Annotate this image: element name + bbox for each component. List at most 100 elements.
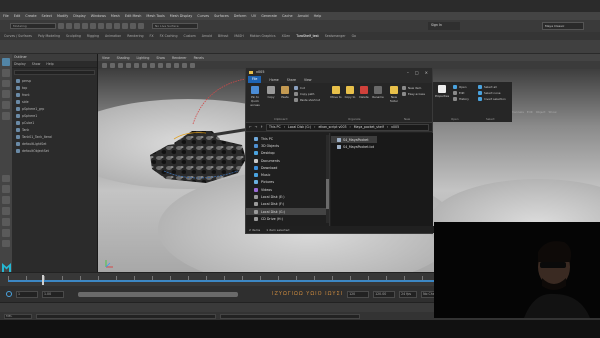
film-gate-icon[interactable] xyxy=(134,62,139,68)
range-end-field[interactable]: 120 xyxy=(347,290,370,298)
playback-icon[interactable] xyxy=(6,291,12,297)
undo-icon[interactable] xyxy=(82,23,88,29)
menu-display[interactable]: Display xyxy=(73,14,86,18)
menu-help[interactable]: Help xyxy=(314,14,322,18)
tank-model[interactable] xyxy=(146,125,250,187)
open-scene-icon[interactable] xyxy=(66,23,72,29)
menu-mesh[interactable]: Mesh xyxy=(111,14,120,18)
nav-item[interactable]: Local Disk (F:) xyxy=(246,201,329,208)
file-item[interactable]: S4_MayaPocket.txt xyxy=(331,143,433,150)
shelf-tab-16[interactable]: Go xyxy=(352,34,356,38)
easy-access-button[interactable]: Easy access xyxy=(402,92,425,96)
menu-cache[interactable]: Cache xyxy=(282,14,293,18)
outliner-item[interactable]: front xyxy=(12,91,97,98)
viewport-menu-lighting[interactable]: Lighting xyxy=(137,56,150,60)
range-start-inner-field[interactable]: 1.00 xyxy=(42,290,64,298)
graph-layout-icon[interactable] xyxy=(2,207,10,215)
history-button[interactable]: History xyxy=(453,97,469,101)
shelf-tab-1[interactable]: Poly Modeling xyxy=(38,34,60,38)
shelf-tab-5[interactable]: Rendering xyxy=(127,34,143,38)
shelf-tab-3[interactable]: Rigging xyxy=(87,34,99,38)
menu-arnold[interactable]: Arnold xyxy=(298,14,309,18)
render-layout-icon[interactable] xyxy=(2,239,10,248)
paste-button[interactable]: Paste xyxy=(280,86,290,99)
workspace-select[interactable]: Maya Classic xyxy=(542,22,584,30)
redo-icon[interactable] xyxy=(90,23,96,29)
forward-icon[interactable]: → xyxy=(255,125,258,129)
invert-selection-button[interactable]: Invert selection xyxy=(478,97,506,101)
menu-file[interactable]: File xyxy=(3,14,9,18)
select-tool-icon[interactable] xyxy=(2,58,10,66)
shelf-tab-8[interactable]: Custom xyxy=(183,34,195,38)
paint-select-icon[interactable] xyxy=(2,79,10,88)
shelf-tab-11[interactable]: MASH xyxy=(234,34,243,38)
outliner-item[interactable]: persp xyxy=(12,77,97,84)
shelf-tab-6[interactable]: FX xyxy=(150,34,154,38)
breadcrumb-item[interactable]: elkan_script v003 xyxy=(318,125,346,129)
cut-button[interactable]: Cut xyxy=(294,86,305,90)
select-object-icon[interactable] xyxy=(106,23,112,29)
lights-icon[interactable] xyxy=(166,62,171,68)
viewport-menu-show[interactable]: Show xyxy=(156,56,165,60)
outliner-search-input[interactable] xyxy=(14,70,95,75)
breadcrumb-item[interactable]: v005 xyxy=(391,125,399,129)
outliner-layout-icon[interactable] xyxy=(2,196,10,205)
outliner-item[interactable]: Tank01_Tank_Iteral xyxy=(12,133,97,140)
back-icon[interactable]: ← xyxy=(249,125,252,129)
time-slider-track[interactable] xyxy=(8,280,434,282)
shelf-tab-7[interactable]: FX Caching xyxy=(160,34,178,38)
menu-curves[interactable]: Curves xyxy=(197,14,209,18)
snap-grid-icon[interactable] xyxy=(122,23,128,29)
smooth-shade-icon[interactable] xyxy=(150,62,155,68)
single-view-icon[interactable] xyxy=(2,174,10,183)
tab-home[interactable]: Home xyxy=(269,78,278,82)
channel-tab-channels[interactable]: Channels xyxy=(510,110,524,116)
menu-mesh-tools[interactable]: Mesh Tools xyxy=(146,14,164,18)
select-component-icon[interactable] xyxy=(114,23,120,29)
tab-view[interactable]: View xyxy=(304,78,312,82)
live-surface-field[interactable]: No Live Surface xyxy=(152,23,198,29)
shelf-tab-0[interactable]: Curves / Surfaces xyxy=(4,34,32,38)
nav-item[interactable]: This PC xyxy=(246,135,329,142)
menu-mesh-display[interactable]: Mesh Display xyxy=(170,14,193,18)
fps-field[interactable]: 24 fps xyxy=(399,290,418,298)
shelf-tab-14[interactable]: TuraShelf_test xyxy=(296,34,318,38)
menu-edit-mesh[interactable]: Edit Mesh xyxy=(125,14,142,18)
outliner-item[interactable]: defaultLightSet xyxy=(12,140,97,147)
nav-item[interactable]: 3D Objects xyxy=(246,142,329,149)
move-to-button[interactable]: Move to xyxy=(330,86,342,99)
viewport-menu-renderer[interactable]: Renderer xyxy=(172,56,187,60)
isolate-icon[interactable] xyxy=(182,62,187,68)
copy-button[interactable]: Copy xyxy=(266,86,276,99)
menu-edit[interactable]: Edit xyxy=(14,14,21,18)
nav-item[interactable]: Documents xyxy=(246,157,329,164)
new-scene-icon[interactable] xyxy=(58,23,64,29)
menu-windows[interactable]: Windows xyxy=(91,14,106,18)
menu-select[interactable]: Select xyxy=(42,14,52,18)
breadcrumb[interactable]: This PC › Local Disk (G:) › elkan_script v00… xyxy=(266,123,429,131)
rotate-tool-icon[interactable] xyxy=(2,101,10,110)
xray-icon[interactable] xyxy=(190,62,195,68)
four-view-icon[interactable] xyxy=(2,185,10,194)
file-item[interactable]: S4_MayaPocket xyxy=(331,136,377,143)
nav-item[interactable]: Videos xyxy=(246,186,329,193)
shelf-tab-9[interactable]: Arnold xyxy=(202,34,212,38)
bookmark-icon[interactable] xyxy=(110,62,115,68)
close-icon[interactable]: × xyxy=(425,70,428,75)
outliner-menu-show[interactable]: Show xyxy=(32,62,41,66)
range-bar[interactable] xyxy=(78,291,238,297)
range-start-field[interactable]: 1 xyxy=(16,290,38,298)
nav-item[interactable]: Download xyxy=(246,164,329,171)
outliner-item[interactable]: pSphere1_grp xyxy=(12,105,97,112)
outliner-item[interactable]: pSphere1 xyxy=(12,112,97,119)
paste-shortcut-button[interactable]: Paste shortcut xyxy=(294,98,320,102)
new-folder-button[interactable]: New folder xyxy=(388,86,400,103)
outliner-item[interactable]: pCube1 xyxy=(12,119,97,126)
nav-item[interactable]: CD Drive (H:) xyxy=(246,215,329,222)
hypershade-layout-icon[interactable] xyxy=(2,217,10,226)
menu-create[interactable]: Create xyxy=(25,14,36,18)
shelf-tab-13[interactable]: XGen xyxy=(282,34,291,38)
outliner-item[interactable]: defaultObjectSet xyxy=(12,147,97,154)
menu-deform[interactable]: Deform xyxy=(234,14,247,18)
mode-menu[interactable]: Modeling xyxy=(10,23,56,29)
